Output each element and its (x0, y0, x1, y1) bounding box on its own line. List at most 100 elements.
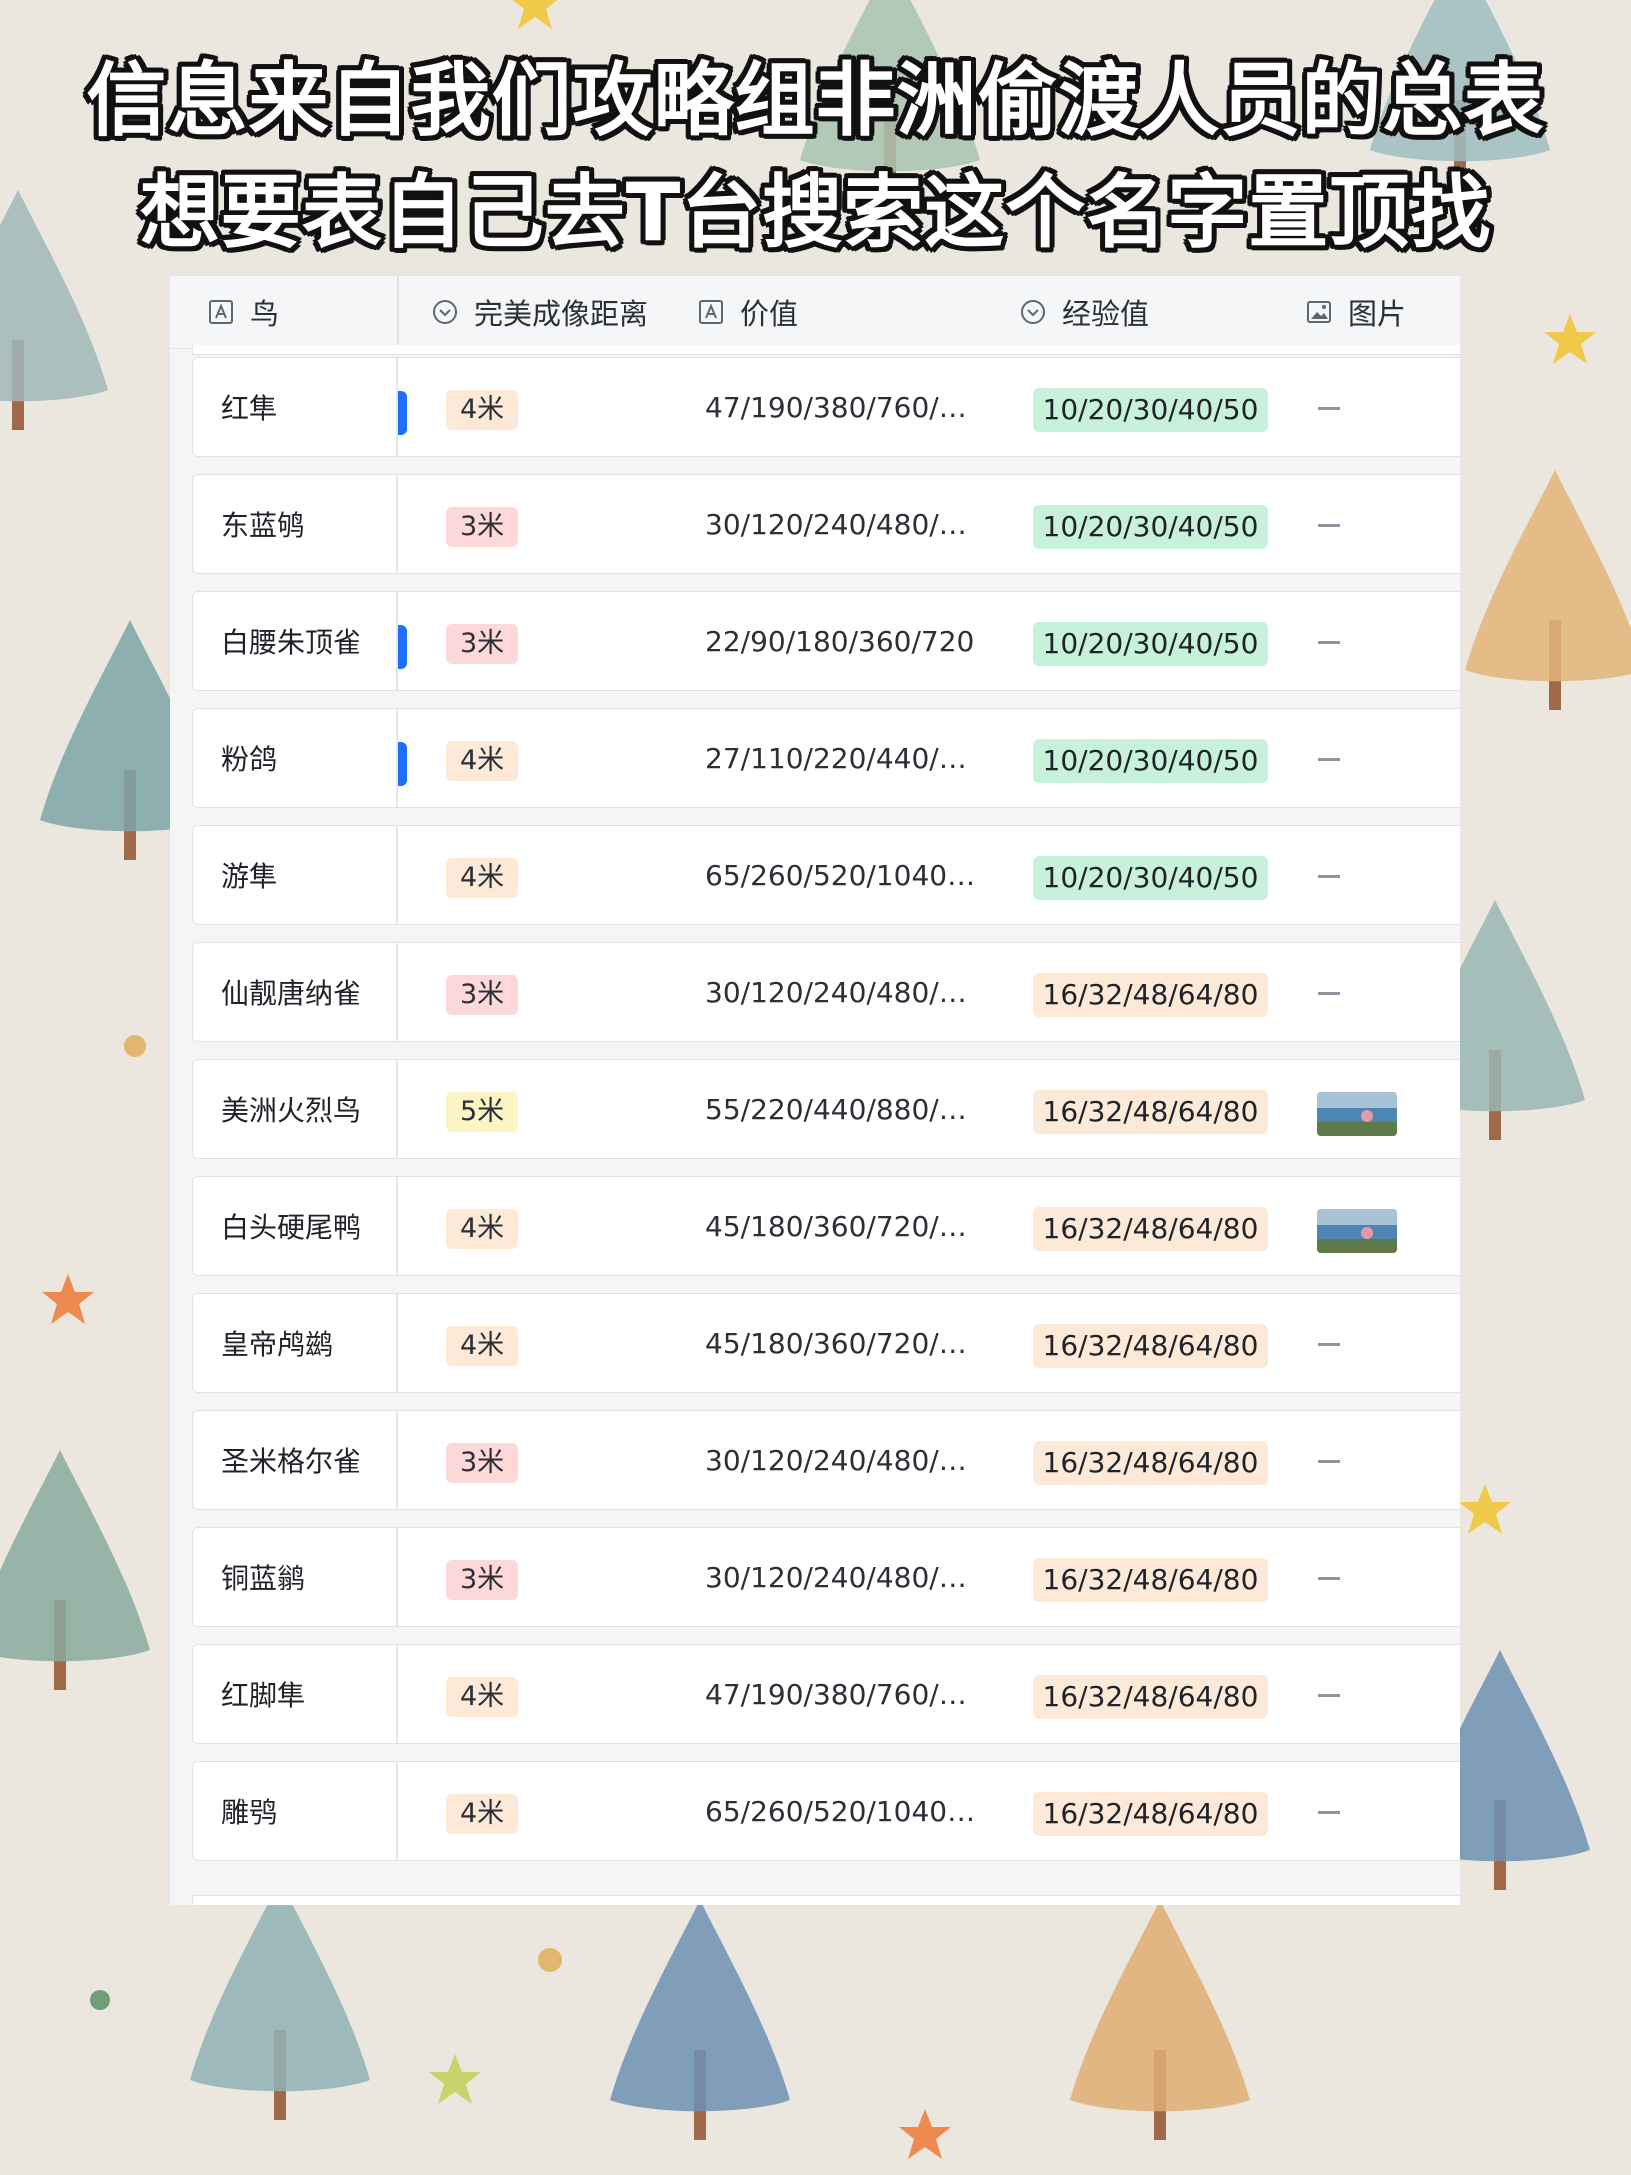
empty-picture-cell[interactable] (1318, 758, 1340, 761)
bird-name-cell[interactable]: 雕鸮 (193, 1762, 398, 1860)
value-cell[interactable]: 65/260/520/1040… (705, 1790, 980, 1834)
single-select-icon (1021, 300, 1045, 324)
column-label: 完美成像距离 (474, 297, 649, 331)
bird-name-cell[interactable]: 铜蓝鹟 (193, 1528, 398, 1626)
text-field-icon (209, 300, 233, 324)
distance-tag[interactable]: 3米 (446, 1560, 519, 1600)
bird-name-cell[interactable]: 白腰朱顶雀 (193, 592, 398, 690)
distance-tag[interactable]: 4米 (446, 1677, 519, 1717)
bird-photo-thumbnail[interactable] (1317, 1092, 1397, 1136)
row-focus-marker (398, 391, 407, 435)
value-cell[interactable]: 45/180/360/720/… (705, 1322, 980, 1366)
distance-tag[interactable]: 4米 (446, 741, 519, 781)
bird-name-cell[interactable]: 仙靓唐纳雀 (193, 943, 398, 1041)
bird-name-cell[interactable]: 红隼 (193, 358, 398, 456)
column-header-value[interactable]: 价值 (698, 276, 798, 348)
table-row[interactable]: 美洲火烈鸟 5米 55/220/440/880/… 16/32/48/64/80 (192, 1059, 1460, 1159)
column-header-bird[interactable]: 鸟 (208, 276, 279, 348)
table-row-partial[interactable] (192, 345, 1460, 355)
column-label: 图片 (1348, 297, 1407, 331)
table-row[interactable]: 粉鸽 4米 27/110/220/440/… 10/20/30/40/50 (192, 708, 1460, 808)
value-cell[interactable]: 30/120/240/480/… (705, 971, 980, 1015)
empty-picture-cell[interactable] (1318, 641, 1340, 644)
single-select-icon (433, 300, 457, 324)
column-label: 价值 (740, 297, 799, 331)
distance-tag[interactable]: 4米 (446, 1326, 519, 1366)
table-row[interactable]: 铜蓝鹟 3米 30/120/240/480/… 16/32/48/64/80 (192, 1527, 1460, 1627)
exp-tag[interactable]: 16/32/48/64/80 (1033, 1675, 1268, 1719)
image-icon (1307, 301, 1331, 323)
exp-tag[interactable]: 10/20/30/40/50 (1033, 622, 1268, 666)
headline-line-1: 信息来自我们攻略组非洲偷渡人员的总表 (86, 54, 1545, 147)
value-cell[interactable]: 30/120/240/480/… (705, 1556, 980, 1600)
value-cell[interactable]: 65/260/520/1040… (705, 854, 980, 898)
table-row[interactable]: 游隼 4米 65/260/520/1040… 10/20/30/40/50 (192, 825, 1460, 925)
table-row-partial[interactable] (192, 1895, 1460, 1905)
value-cell[interactable]: 22/90/180/360/720 (705, 620, 980, 664)
bird-name-cell[interactable]: 东蓝鸲 (193, 475, 398, 573)
distance-tag[interactable]: 3米 (446, 624, 519, 664)
bird-name-cell[interactable]: 白头硬尾鸭 (193, 1177, 398, 1275)
bird-name-cell[interactable]: 粉鸽 (193, 709, 398, 807)
headline-line-2: 想要表自己去T台搜索这个名字置顶找 (139, 166, 1492, 259)
column-divider[interactable] (397, 276, 399, 348)
empty-picture-cell[interactable] (1318, 1343, 1340, 1346)
table-row[interactable]: 红脚隼 4米 47/190/380/760/… 16/32/48/64/80 (192, 1644, 1460, 1744)
distance-tag[interactable]: 3米 (446, 1443, 519, 1483)
bird-name-cell[interactable]: 红脚隼 (193, 1645, 398, 1743)
exp-tag[interactable]: 16/32/48/64/80 (1033, 1792, 1268, 1836)
value-cell[interactable]: 30/120/240/480/… (705, 1439, 980, 1483)
value-cell[interactable]: 27/110/220/440/… (705, 737, 980, 781)
exp-tag[interactable]: 16/32/48/64/80 (1033, 1441, 1268, 1485)
exp-tag[interactable]: 10/20/30/40/50 (1033, 388, 1268, 432)
distance-tag[interactable]: 4米 (446, 858, 519, 898)
bird-table: 鸟 完美成像距离 价值 经验值 图片 红隼 4米 47/190/380/760/… 1… (170, 275, 1460, 1905)
empty-picture-cell[interactable] (1318, 524, 1340, 527)
empty-picture-cell[interactable] (1318, 1577, 1340, 1580)
column-header-exp[interactable]: 经验值 (1020, 276, 1149, 348)
column-label: 经验值 (1062, 297, 1150, 331)
distance-tag[interactable]: 3米 (446, 975, 519, 1015)
exp-tag[interactable]: 16/32/48/64/80 (1033, 1090, 1268, 1134)
bird-name-cell[interactable]: 皇帝鸬鹚 (193, 1294, 398, 1392)
bird-photo-thumbnail[interactable] (1317, 1209, 1397, 1253)
distance-tag[interactable]: 3米 (446, 507, 519, 547)
exp-tag[interactable]: 10/20/30/40/50 (1033, 739, 1268, 783)
text-field-icon (699, 300, 723, 324)
table-row[interactable]: 圣米格尔雀 3米 30/120/240/480/… 16/32/48/64/80 (192, 1410, 1460, 1510)
exp-tag[interactable]: 16/32/48/64/80 (1033, 973, 1268, 1017)
column-header-picture[interactable]: 图片 (1306, 276, 1406, 348)
empty-picture-cell[interactable] (1318, 875, 1340, 878)
distance-tag[interactable]: 4米 (446, 1794, 519, 1834)
table-row[interactable]: 仙靓唐纳雀 3米 30/120/240/480/… 16/32/48/64/80 (192, 942, 1460, 1042)
exp-tag[interactable]: 10/20/30/40/50 (1033, 856, 1268, 900)
table-row[interactable]: 白腰朱顶雀 3米 22/90/180/360/720 10/20/30/40/50 (192, 591, 1460, 691)
empty-picture-cell[interactable] (1318, 407, 1340, 410)
value-cell[interactable]: 55/220/440/880/… (705, 1088, 980, 1132)
empty-picture-cell[interactable] (1318, 1811, 1340, 1814)
exp-tag[interactable]: 10/20/30/40/50 (1033, 505, 1268, 549)
value-cell[interactable]: 30/120/240/480/… (705, 503, 980, 547)
exp-tag[interactable]: 16/32/48/64/80 (1033, 1324, 1268, 1368)
row-focus-marker (398, 742, 407, 786)
value-cell[interactable]: 45/180/360/720/… (705, 1205, 980, 1249)
bird-name-cell[interactable]: 美洲火烈鸟 (193, 1060, 398, 1158)
distance-tag[interactable]: 4米 (446, 390, 519, 430)
table-row[interactable]: 红隼 4米 47/190/380/760/… 10/20/30/40/50 (192, 357, 1460, 457)
table-row[interactable]: 雕鸮 4米 65/260/520/1040… 16/32/48/64/80 (192, 1761, 1460, 1861)
exp-tag[interactable]: 16/32/48/64/80 (1033, 1558, 1268, 1602)
table-row[interactable]: 东蓝鸲 3米 30/120/240/480/… 10/20/30/40/50 (192, 474, 1460, 574)
bird-name-cell[interactable]: 圣米格尔雀 (193, 1411, 398, 1509)
value-cell[interactable]: 47/190/380/760/… (705, 386, 980, 430)
bird-name-cell[interactable]: 游隼 (193, 826, 398, 924)
empty-picture-cell[interactable] (1318, 1460, 1340, 1463)
empty-picture-cell[interactable] (1318, 992, 1340, 995)
table-row[interactable]: 白头硬尾鸭 4米 45/180/360/720/… 16/32/48/64/80 (192, 1176, 1460, 1276)
column-header-distance[interactable]: 完美成像距离 (432, 276, 648, 348)
value-cell[interactable]: 47/190/380/760/… (705, 1673, 980, 1717)
distance-tag[interactable]: 4米 (446, 1209, 519, 1249)
empty-picture-cell[interactable] (1318, 1694, 1340, 1697)
exp-tag[interactable]: 16/32/48/64/80 (1033, 1207, 1268, 1251)
table-row[interactable]: 皇帝鸬鹚 4米 45/180/360/720/… 16/32/48/64/80 (192, 1293, 1460, 1393)
distance-tag[interactable]: 5米 (446, 1092, 519, 1132)
